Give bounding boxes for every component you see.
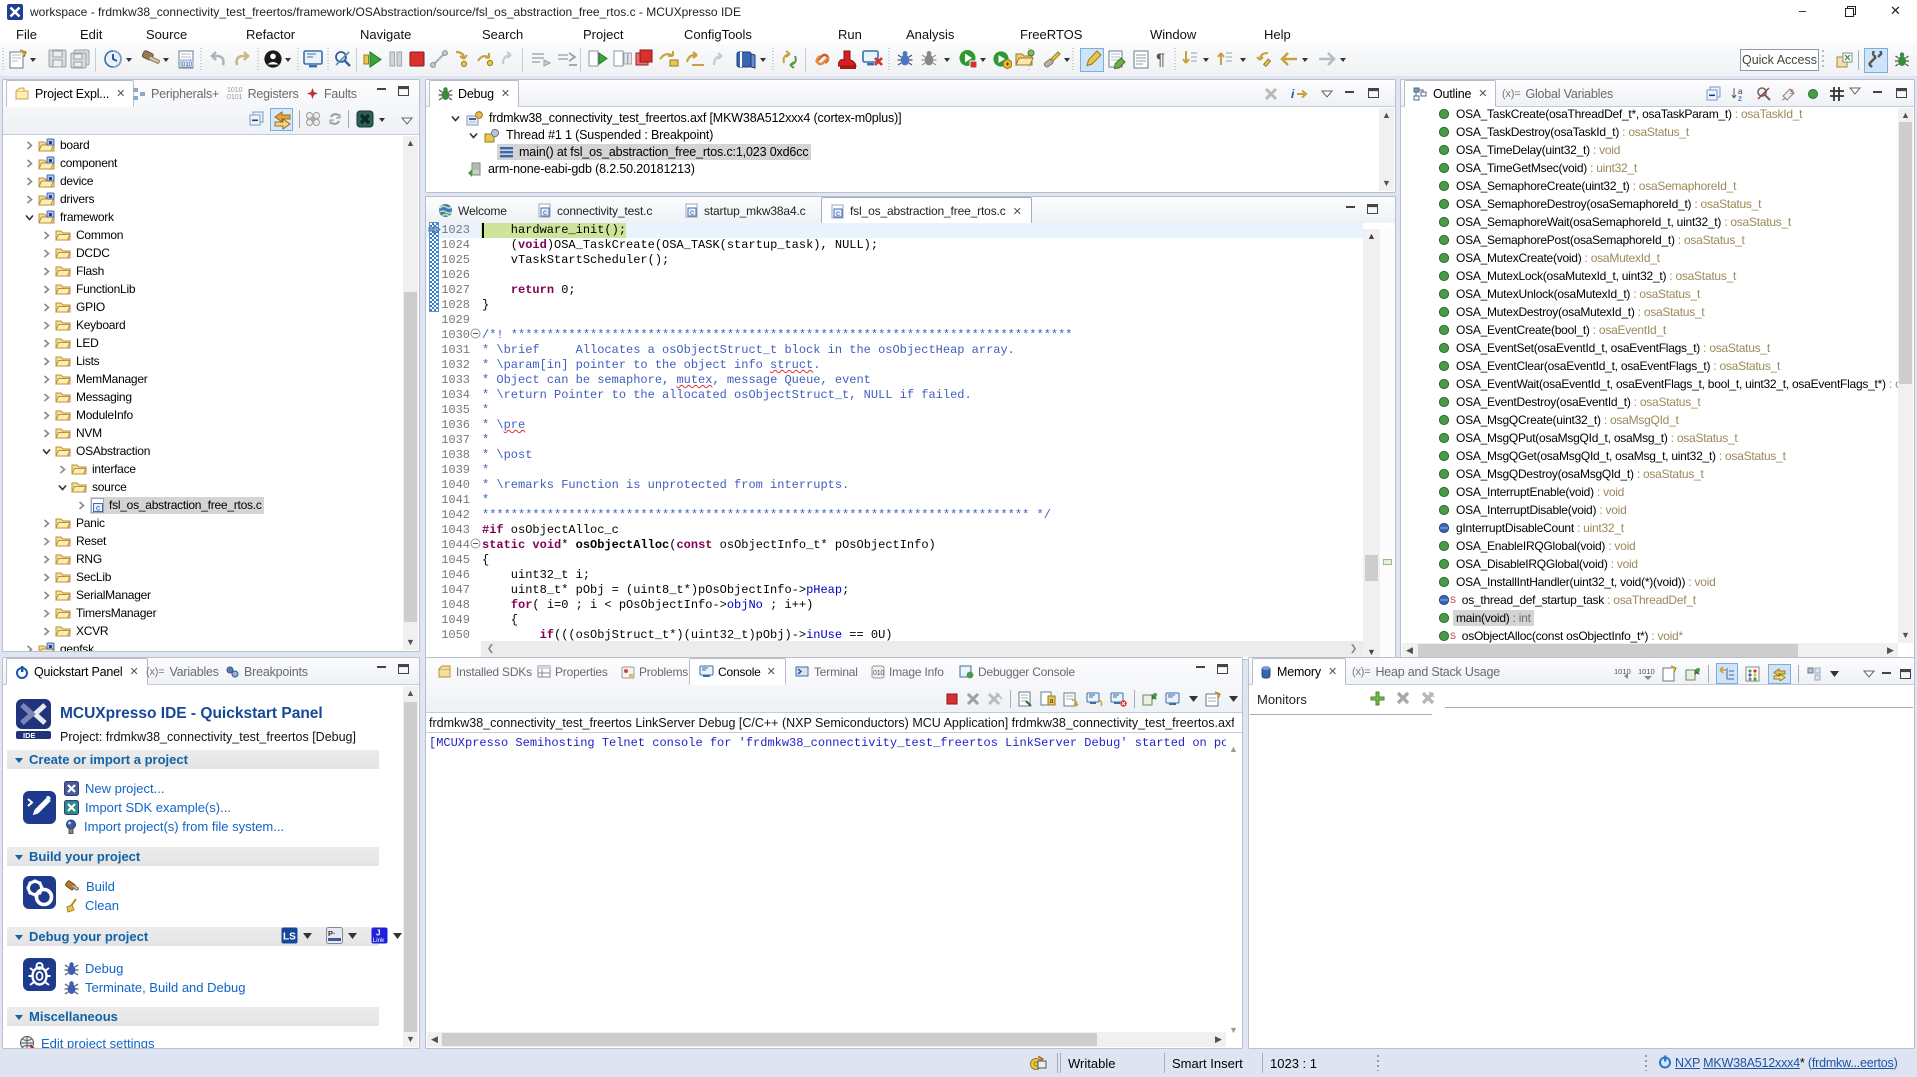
- svg-text:a: a: [1050, 698, 1054, 705]
- svg-text:IDE: IDE: [23, 731, 36, 739]
- svg-text:c: c: [543, 208, 547, 217]
- svg-text:P·: P·: [328, 929, 336, 938]
- svg-text:Link: Link: [373, 937, 386, 944]
- svg-text:c: c: [836, 209, 840, 218]
- svg-text:z: z: [1738, 94, 1742, 102]
- svg-text:i: i: [1291, 87, 1295, 101]
- svg-text:1010: 1010: [1614, 667, 1631, 676]
- svg-text:010: 010: [182, 62, 193, 68]
- svg-text:c: c: [690, 208, 694, 217]
- svg-text:010: 010: [873, 670, 884, 677]
- svg-text:s: s: [1790, 87, 1794, 96]
- svg-text:LS: LS: [283, 932, 296, 943]
- svg-text:¶: ¶: [1156, 50, 1165, 69]
- svg-text:1010: 1010: [1638, 667, 1655, 676]
